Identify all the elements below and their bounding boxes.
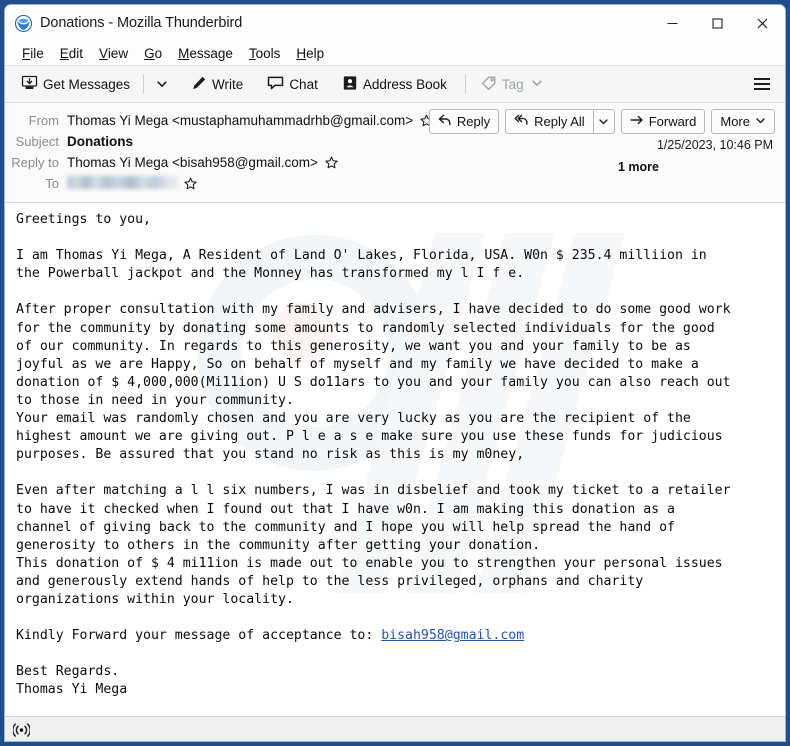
menu-go[interactable]: Go bbox=[136, 46, 170, 61]
reply-button[interactable]: Reply bbox=[428, 109, 500, 134]
thunderbird-window: Donations - Mozilla Thunderbird File Edi… bbox=[5, 5, 785, 741]
address-book-label: Address Book bbox=[362, 76, 447, 92]
message-header: From Thomas Yi Mega <mustaphamuhammadrhb… bbox=[5, 103, 785, 203]
close-button[interactable] bbox=[740, 5, 785, 41]
download-mail-icon bbox=[21, 74, 38, 94]
email-body-part1: Greetings to you, I am Thomas Yi Mega, A… bbox=[16, 212, 731, 644]
more-button[interactable]: More bbox=[711, 109, 775, 134]
address-book-button[interactable]: Address Book bbox=[336, 71, 453, 98]
to-value-redacted[interactable] bbox=[67, 176, 179, 189]
write-button[interactable]: Write bbox=[185, 71, 249, 98]
chat-button[interactable]: Chat bbox=[261, 71, 324, 98]
window-title: Donations - Mozilla Thunderbird bbox=[40, 15, 243, 31]
message-date: 1/25/2023, 10:46 PM bbox=[656, 138, 773, 152]
star-icon-to[interactable] bbox=[184, 177, 197, 190]
header-row-reply-to: Reply to Thomas Yi Mega <bisah958@gmail.… bbox=[5, 152, 785, 173]
toolbar-separator-1 bbox=[143, 74, 145, 94]
toolbar-separator-2 bbox=[464, 74, 466, 94]
get-messages-dropdown[interactable] bbox=[151, 71, 173, 98]
minimize-button[interactable] bbox=[650, 5, 695, 41]
subject-value: Donations bbox=[67, 134, 133, 149]
main-toolbar: Get Messages Write Chat Address Book Tag bbox=[5, 66, 785, 103]
network-activity-icon bbox=[13, 722, 30, 737]
get-messages-button[interactable]: Get Messages bbox=[15, 71, 136, 98]
maximize-button[interactable] bbox=[695, 5, 740, 41]
tag-chevron-down-icon[interactable] bbox=[531, 77, 543, 92]
reply-to-label: Reply to bbox=[11, 155, 59, 170]
menu-message[interactable]: Message bbox=[170, 46, 241, 61]
reply-all-label: Reply All bbox=[534, 114, 585, 129]
reply-all-dropdown[interactable] bbox=[592, 109, 615, 134]
reply-to-value[interactable]: Thomas Yi Mega <bisah958@gmail.com> bbox=[67, 155, 318, 170]
address-book-icon bbox=[342, 75, 358, 94]
email-body-text: Greetings to you, I am Thomas Yi Mega, A… bbox=[5, 203, 785, 700]
reply-arrow-icon bbox=[438, 114, 452, 129]
title-bar: Donations - Mozilla Thunderbird bbox=[5, 5, 785, 41]
reply-all-button[interactable]: Reply All bbox=[505, 109, 593, 134]
tag-button[interactable]: Tag bbox=[475, 71, 549, 98]
more-label: More bbox=[720, 114, 750, 129]
message-action-buttons: Reply Reply All Forward More bbox=[423, 109, 775, 134]
forward-arrow-icon bbox=[630, 114, 644, 129]
tag-icon bbox=[481, 75, 497, 94]
more-chevron-down-icon bbox=[755, 114, 766, 129]
star-icon-reply-to[interactable] bbox=[325, 156, 338, 169]
subject-label: Subject bbox=[15, 134, 59, 149]
reply-all-arrow-icon bbox=[514, 114, 529, 129]
app-menu-icon[interactable] bbox=[749, 71, 775, 97]
forward-button[interactable]: Forward bbox=[620, 109, 706, 134]
reply-all-group: Reply All bbox=[505, 109, 615, 134]
pencil-icon bbox=[191, 75, 207, 94]
menu-edit[interactable]: Edit bbox=[52, 46, 91, 61]
menu-tools[interactable]: Tools bbox=[241, 46, 289, 61]
from-value[interactable]: Thomas Yi Mega <mustaphamuhammadrhb@gmai… bbox=[67, 113, 413, 128]
from-label: From bbox=[28, 113, 59, 128]
email-link-bisah958[interactable]: bisah958@gmail.com bbox=[381, 628, 524, 643]
chat-bubble-icon bbox=[267, 75, 284, 94]
forward-label: Forward bbox=[648, 114, 697, 129]
menu-help[interactable]: Help bbox=[288, 46, 332, 61]
more-recipients-toggle[interactable]: 1 more bbox=[618, 160, 659, 174]
thunderbird-icon bbox=[14, 14, 33, 32]
menu-view[interactable]: View bbox=[91, 46, 136, 61]
email-body-part2: Best Regards. Thomas Yi Mega bbox=[16, 664, 128, 698]
get-messages-label: Get Messages bbox=[43, 76, 131, 92]
tag-label: Tag bbox=[501, 76, 524, 92]
header-row-to: To bbox=[5, 173, 785, 194]
reply-label: Reply bbox=[456, 114, 491, 129]
to-label: To bbox=[45, 176, 59, 191]
write-label: Write bbox=[212, 76, 244, 92]
message-body: Greetings to you, I am Thomas Yi Mega, A… bbox=[5, 203, 785, 716]
menu-bar: File Edit View Go Message Tools Help bbox=[5, 41, 785, 66]
status-bar bbox=[5, 716, 785, 741]
menu-file[interactable]: File bbox=[14, 46, 52, 61]
chat-label: Chat bbox=[289, 76, 318, 92]
